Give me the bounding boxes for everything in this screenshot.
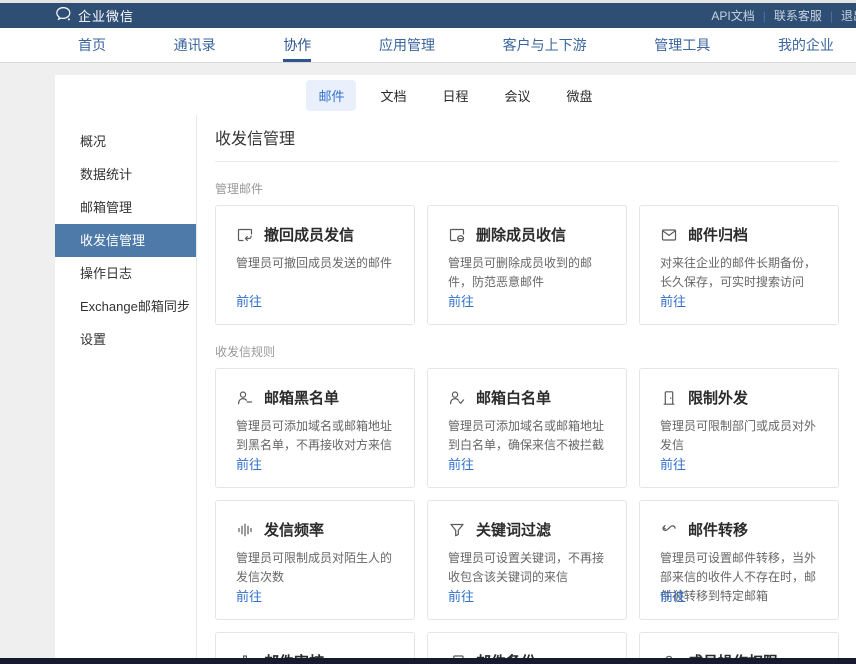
sidebar-item-operation-log[interactable]: 操作日志: [55, 257, 196, 290]
restrict-outgoing-icon: [660, 389, 678, 407]
card-title: 邮件归档: [688, 224, 748, 245]
collab-subnav: 邮件 文档 日程 会议 微盘: [55, 75, 856, 115]
blacklist-user-icon: [236, 389, 254, 407]
go-link[interactable]: 前往: [660, 454, 686, 473]
card-whitelist: 邮箱白名单 管理员可添加域名或邮箱地址到白名单，确保来信不被拦截 前往: [427, 368, 627, 488]
topbar-links: API文档 | 联系客服 | 退出: [703, 3, 856, 28]
card-head: 发信频率: [236, 519, 394, 540]
card-head: 删除成员收信: [448, 224, 606, 245]
manage-mail-card-grid: 撤回成员发信 管理员可撤回成员发送的邮件 前往: [215, 205, 839, 325]
subnav-tab-meeting[interactable]: 会议: [493, 80, 543, 111]
page-title: 收发信管理: [215, 129, 839, 151]
card-desc: 管理员可撤回成员发送的邮件: [236, 254, 394, 273]
send-frequency-icon: [236, 521, 254, 539]
card-title: 删除成员收信: [476, 224, 566, 245]
card-delete-mail: 删除成员收信 管理员可删除成员收到的邮件，防范恶意邮件 前往: [427, 205, 627, 325]
subnav-tab-mail[interactable]: 邮件: [306, 80, 356, 111]
sidebar-item-overview[interactable]: 概况: [55, 125, 196, 158]
topbar: 企业微信 API文档 | 联系客服 | 退出: [0, 3, 856, 28]
api-docs-link[interactable]: API文档: [703, 7, 762, 24]
card-head: 邮件归档: [660, 224, 818, 245]
page-gap: [0, 63, 856, 75]
card-head: 撤回成员发信: [236, 224, 394, 245]
card-title: 关键词过滤: [476, 519, 551, 540]
card-head: 邮箱黑名单: [236, 387, 394, 408]
sidebar-item-mailbox-management[interactable]: 邮箱管理: [55, 191, 196, 224]
contact-support-link[interactable]: 联系客服: [766, 7, 830, 24]
card-desc: 管理员可添加域名或邮箱地址到黑名单，不再接收对方来信: [236, 417, 394, 455]
card-recall-mail: 撤回成员发信 管理员可撤回成员发送的邮件 前往: [215, 205, 415, 325]
nav-item-contacts[interactable]: 通讯录: [174, 28, 216, 62]
card-title: 邮箱白名单: [476, 387, 551, 408]
nav-item-app-management[interactable]: 应用管理: [379, 28, 435, 62]
go-link[interactable]: 前往: [660, 291, 686, 310]
card-desc: 管理员可添加域名或邮箱地址到白名单，确保来信不被拦截: [448, 417, 606, 455]
logout-link[interactable]: 退出: [833, 7, 856, 24]
window-bottom-edge: [0, 658, 856, 664]
card-mail-archive: 邮件归档 对来往企业的邮件长期备份，长久保存，可实时搜索访问 前往: [639, 205, 839, 325]
card-mail-transfer: 邮件转移 管理员可设置邮件转移，当外部来信的收件人不存在时，邮件被转移到特定邮箱…: [639, 500, 839, 620]
nav-item-admin-tools[interactable]: 管理工具: [654, 28, 710, 62]
panel-body: 概况 数据统计 邮箱管理 收发信管理 操作日志 Exchange邮箱同步 设置 …: [55, 115, 856, 664]
wework-logo[interactable]: 企业微信: [55, 6, 134, 25]
card-title: 邮件转移: [688, 519, 748, 540]
card-head: 关键词过滤: [448, 519, 606, 540]
delete-mail-icon: [448, 226, 466, 244]
sidebar-item-exchange-sync[interactable]: Exchange邮箱同步: [55, 290, 196, 323]
chat-bubble-icon: [55, 6, 72, 25]
nav-item-my-company[interactable]: 我的企业: [778, 28, 834, 62]
card-restrict-outgoing: 限制外发 管理员可限制部门或成员对外发信 前往: [639, 368, 839, 488]
go-link[interactable]: 前往: [448, 454, 474, 473]
main-content: 收发信管理 管理邮件 撤回成员发信: [197, 115, 856, 664]
subnav-tab-docs[interactable]: 文档: [368, 80, 418, 111]
card-desc: 管理员可删除成员收到的邮件，防范恶意邮件: [448, 254, 606, 292]
mail-sidebar: 概况 数据统计 邮箱管理 收发信管理 操作日志 Exchange邮箱同步 设置: [55, 115, 197, 664]
card-keyword-filter: 关键词过滤 管理员可设置关键词，不再接收包含该关键词的来信 前往: [427, 500, 627, 620]
primary-nav: 首页 通讯录 协作 应用管理 客户与上下游 管理工具 我的企业: [0, 28, 856, 63]
go-link[interactable]: 前往: [660, 586, 686, 605]
go-link[interactable]: 前往: [236, 291, 262, 310]
nav-item-collaboration[interactable]: 协作: [283, 28, 311, 62]
mail-archive-icon: [660, 226, 678, 244]
nav-item-customers[interactable]: 客户与上下游: [503, 28, 587, 62]
keyword-filter-icon: [448, 521, 466, 539]
card-title: 发信频率: [264, 519, 324, 540]
content-panel: 邮件 文档 日程 会议 微盘 概况 数据统计 邮箱管理 收发信管理 操作日志 E…: [55, 75, 856, 664]
card-head: 限制外发: [660, 387, 818, 408]
logo-text: 企业微信: [78, 6, 134, 25]
card-desc: 管理员可限制部门或成员对外发信: [660, 417, 818, 455]
divider: [215, 161, 839, 162]
go-link[interactable]: 前往: [236, 454, 262, 473]
card-title: 邮箱黑名单: [264, 387, 339, 408]
sidebar-item-settings[interactable]: 设置: [55, 323, 196, 356]
rules-card-grid: 邮箱黑名单 管理员可添加域名或邮箱地址到黑名单，不再接收对方来信 前往: [215, 368, 839, 664]
nav-item-home[interactable]: 首页: [78, 28, 106, 62]
section-label-send-receive-rules: 收发信规则: [215, 343, 839, 360]
card-title: 限制外发: [688, 387, 748, 408]
mail-transfer-icon: [660, 521, 678, 539]
go-link[interactable]: 前往: [448, 291, 474, 310]
section-label-manage-mail: 管理邮件: [215, 180, 839, 197]
card-head: 邮件转移: [660, 519, 818, 540]
card-send-frequency: 发信频率 管理员可限制成员对陌生人的发信次数 前往: [215, 500, 415, 620]
card-desc: 对来往企业的邮件长期备份，长久保存，可实时搜索访问: [660, 254, 818, 292]
card-head: 邮箱白名单: [448, 387, 606, 408]
subnav-tab-calendar[interactable]: 日程: [430, 80, 480, 111]
whitelist-user-icon: [448, 389, 466, 407]
go-link[interactable]: 前往: [448, 586, 474, 605]
card-desc: 管理员可限制成员对陌生人的发信次数: [236, 549, 394, 587]
recall-mail-icon: [236, 226, 254, 244]
subnav-tab-drive[interactable]: 微盘: [555, 80, 605, 111]
sidebar-item-send-receive-management[interactable]: 收发信管理: [55, 224, 196, 257]
card-desc: 管理员可设置关键词，不再接收包含该关键词的来信: [448, 549, 606, 587]
sidebar-item-statistics[interactable]: 数据统计: [55, 158, 196, 191]
card-blacklist: 邮箱黑名单 管理员可添加域名或邮箱地址到黑名单，不再接收对方来信 前往: [215, 368, 415, 488]
go-link[interactable]: 前往: [236, 586, 262, 605]
card-title: 撤回成员发信: [264, 224, 354, 245]
